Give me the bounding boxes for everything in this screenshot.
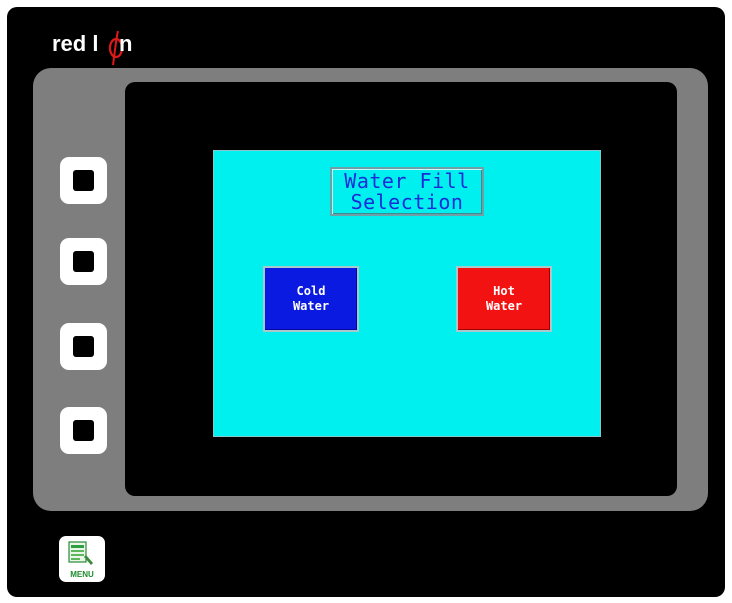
softkey-2-face bbox=[73, 251, 94, 272]
cold-water-label-1: Cold bbox=[296, 284, 326, 298]
menu-list-icon bbox=[68, 541, 93, 565]
softkey-2[interactable] bbox=[60, 238, 107, 285]
cold-water-label-2: Water bbox=[292, 299, 330, 313]
brand-text-part1: red l bbox=[52, 31, 99, 56]
title-line-2: Selection bbox=[350, 189, 464, 214]
lcd-screen: Water Fill Selection Cold Water Hot Wate… bbox=[213, 150, 601, 437]
hot-water-button[interactable]: Hot Water bbox=[456, 266, 552, 332]
hot-water-label-2: Water bbox=[485, 299, 523, 313]
screen-title: Water Fill Selection bbox=[330, 167, 484, 216]
softkey-1-face bbox=[73, 170, 94, 191]
softkey-3-face bbox=[73, 336, 94, 357]
cold-water-button[interactable]: Cold Water bbox=[263, 266, 359, 332]
hot-water-label-1: Hot bbox=[493, 284, 515, 298]
softkey-4[interactable] bbox=[60, 407, 107, 454]
menu-button[interactable]: MENU bbox=[59, 536, 105, 582]
softkey-1[interactable] bbox=[60, 157, 107, 204]
brand-text-part2: n bbox=[119, 31, 133, 56]
title-line-1: Water Fill bbox=[344, 168, 470, 193]
softkey-3[interactable] bbox=[60, 323, 107, 370]
softkey-4-face bbox=[73, 420, 94, 441]
red-lion-logo: red l n bbox=[52, 27, 172, 67]
menu-label: MENU bbox=[70, 570, 94, 579]
